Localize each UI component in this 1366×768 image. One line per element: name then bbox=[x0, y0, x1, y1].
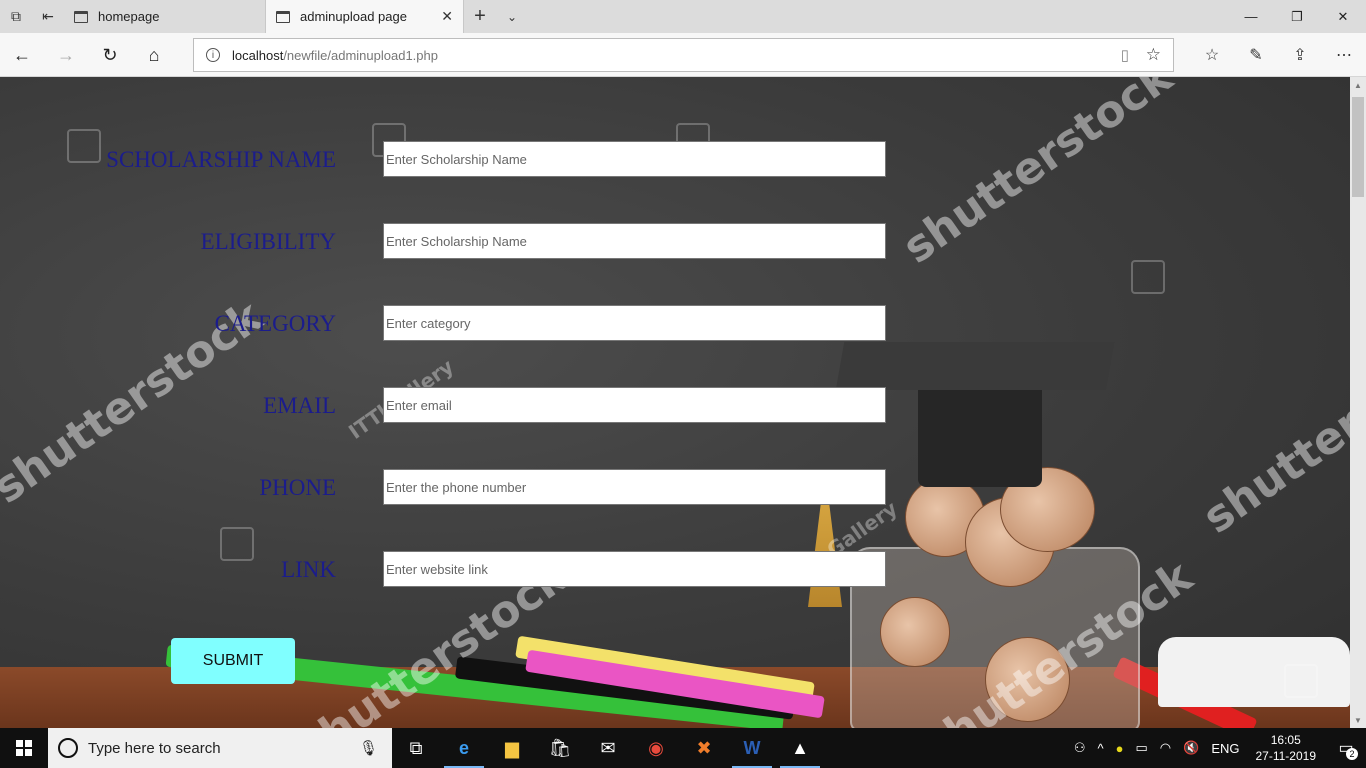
address-field[interactable]: i localhost/newfile/adminupload1.php ▯ ☆ bbox=[193, 38, 1174, 72]
search-placeholder: Type here to search bbox=[88, 739, 221, 757]
action-center-icon[interactable]: ▭ 2 bbox=[1326, 728, 1366, 768]
eligibility-label: ELIGIBILITY bbox=[200, 229, 336, 254]
restore-icon[interactable]: ❐ bbox=[1274, 0, 1320, 33]
category-input[interactable] bbox=[383, 305, 886, 341]
start-button[interactable] bbox=[0, 728, 48, 768]
category-label: CATEGORY bbox=[214, 311, 336, 336]
page-icon bbox=[276, 10, 290, 23]
tab-homepage[interactable]: homepage bbox=[64, 0, 266, 33]
people-icon[interactable]: ⚇ bbox=[1068, 740, 1092, 756]
coin-image bbox=[880, 597, 950, 667]
watermark-logo-icon bbox=[1131, 260, 1165, 294]
phone-input[interactable] bbox=[383, 469, 886, 505]
close-window-icon[interactable]: ✕ bbox=[1320, 0, 1366, 33]
minimize-icon[interactable]: — bbox=[1228, 0, 1274, 33]
tab-actions-icon[interactable]: ⧉ bbox=[0, 0, 32, 33]
address-toolbar: ← → ↻ ⌂ i localhost/newfile/adminupload1… bbox=[0, 33, 1366, 77]
home-icon[interactable]: ⌂ bbox=[132, 33, 176, 77]
show-hidden-icons-chevron-icon[interactable]: ^ bbox=[1092, 741, 1110, 756]
graduation-cap-board-image bbox=[835, 342, 1115, 390]
language-indicator[interactable]: ENG bbox=[1205, 741, 1245, 756]
share-icon[interactable]: ⇪ bbox=[1278, 33, 1322, 77]
task-view-icon[interactable]: ⧉ bbox=[392, 728, 440, 768]
battery-icon[interactable]: ▭ bbox=[1130, 740, 1154, 756]
phone-label: PHONE bbox=[259, 475, 336, 500]
info-icon[interactable]: i bbox=[206, 48, 220, 62]
scroll-thumb[interactable] bbox=[1352, 97, 1364, 197]
watermark: shutterstock bbox=[1193, 321, 1350, 544]
page-viewport: shutterstock shutterstock shutterstock s… bbox=[0, 77, 1350, 728]
tab-title: adminupload page bbox=[300, 9, 407, 24]
scroll-up-icon[interactable]: ▲ bbox=[1350, 77, 1366, 93]
cortana-icon bbox=[58, 738, 78, 758]
eraser-image bbox=[1158, 637, 1350, 707]
new-tab-icon[interactable]: + bbox=[464, 0, 496, 33]
submit-button[interactable]: SUBMIT bbox=[171, 638, 295, 684]
wifi-icon[interactable]: ◠ bbox=[1154, 740, 1177, 756]
watermark-logo-icon bbox=[1284, 664, 1318, 698]
scroll-down-icon[interactable]: ▼ bbox=[1350, 712, 1366, 728]
watermark-logo-icon bbox=[220, 527, 254, 561]
tab-adminupload[interactable]: adminupload page ✕ bbox=[266, 0, 464, 33]
file-explorer-icon[interactable]: ▆ bbox=[488, 728, 536, 768]
photos-icon[interactable]: ▲ bbox=[776, 728, 824, 768]
notification-count: 2 bbox=[1346, 748, 1358, 760]
back-icon[interactable]: ← bbox=[0, 33, 44, 77]
close-tab-icon[interactable]: ✕ bbox=[441, 8, 453, 25]
windows-taskbar: Type here to search 🎙 ⧉ e ▆ 🛍 ✉ ◉ ✖ W ▲ … bbox=[0, 728, 1366, 768]
tab-bar: ⧉ ⇤ homepage adminupload page ✕ + ⌄ — ❐ … bbox=[0, 0, 1366, 33]
more-menu-icon[interactable]: ⋯ bbox=[1322, 33, 1366, 77]
microphone-icon[interactable]: 🎙 bbox=[359, 739, 378, 757]
reading-view-icon[interactable]: ▯ bbox=[1121, 46, 1129, 64]
tab-preview-chevron-icon[interactable]: ⌄ bbox=[496, 0, 528, 33]
url-host: localhost bbox=[232, 47, 284, 63]
favorite-star-icon[interactable]: ☆ bbox=[1146, 45, 1161, 65]
watermark: shutterstock bbox=[893, 77, 1182, 274]
forward-icon[interactable]: → bbox=[44, 33, 88, 77]
xampp-icon[interactable]: ✖ bbox=[680, 728, 728, 768]
edge-browser-icon[interactable]: e bbox=[440, 728, 488, 768]
tab-title: homepage bbox=[98, 9, 160, 24]
link-input[interactable] bbox=[383, 551, 886, 587]
word-icon[interactable]: W bbox=[728, 728, 776, 768]
web-note-icon[interactable]: ✎ bbox=[1234, 33, 1278, 77]
refresh-icon[interactable]: ↻ bbox=[88, 33, 132, 77]
email-input[interactable] bbox=[383, 387, 886, 423]
watermark-logo-icon bbox=[67, 129, 101, 163]
clock-date: 27-11-2019 bbox=[1255, 749, 1317, 763]
favorites-hub-icon[interactable]: ☆ bbox=[1190, 33, 1234, 77]
volume-muted-icon[interactable]: 🔇 bbox=[1177, 740, 1205, 756]
clock[interactable]: 16:05 27-11-2019 bbox=[1246, 732, 1327, 764]
email-label: EMAIL bbox=[263, 393, 336, 418]
set-tabs-aside-icon[interactable]: ⇤ bbox=[32, 0, 64, 33]
scholarship-name-input[interactable] bbox=[383, 141, 886, 177]
vertical-scrollbar[interactable]: ▲ ▼ bbox=[1350, 77, 1366, 728]
url-path: /newfile/adminupload1.php bbox=[283, 47, 438, 63]
graduation-cap-image bbox=[918, 377, 1042, 487]
link-label: LINK bbox=[281, 557, 336, 582]
eligibility-input[interactable] bbox=[383, 223, 886, 259]
antivirus-tray-icon[interactable]: ● bbox=[1110, 741, 1130, 756]
store-icon[interactable]: 🛍 bbox=[536, 728, 584, 768]
chrome-icon[interactable]: ◉ bbox=[632, 728, 680, 768]
taskbar-search[interactable]: Type here to search 🎙 bbox=[48, 728, 392, 768]
clock-time: 16:05 bbox=[1270, 733, 1301, 747]
page-icon bbox=[74, 10, 88, 23]
mail-icon[interactable]: ✉ bbox=[584, 728, 632, 768]
scholarship-name-label: SCHOLARSHIP NAME bbox=[106, 147, 336, 172]
windows-logo-icon bbox=[16, 740, 32, 756]
